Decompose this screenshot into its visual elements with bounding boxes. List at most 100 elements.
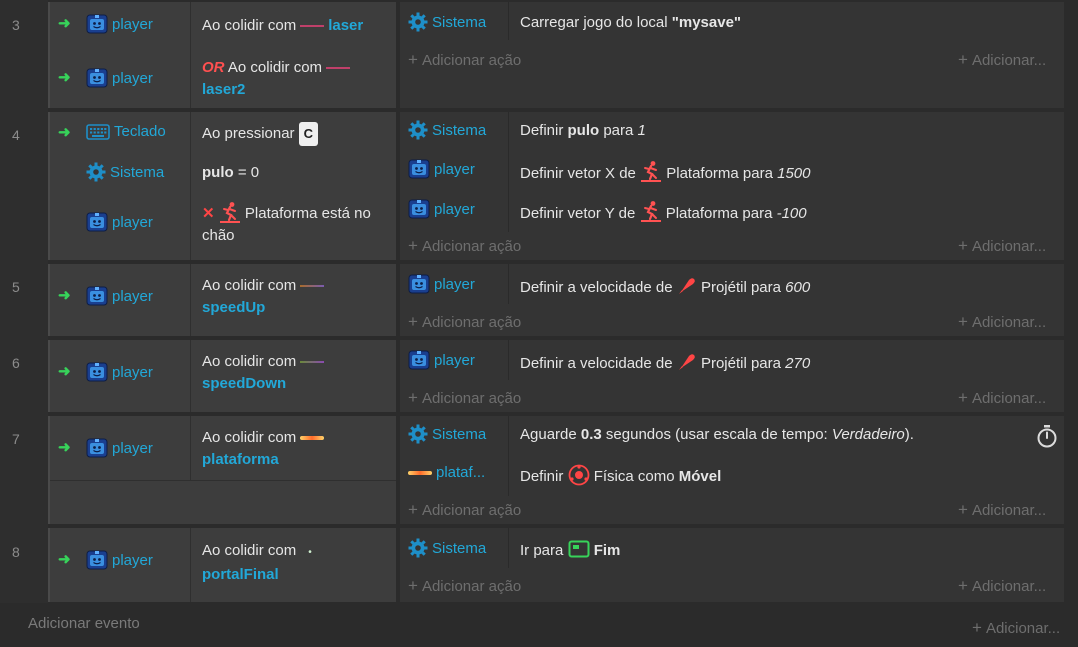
condition-label: Ao colidir com — [202, 353, 297, 370]
divider — [190, 264, 191, 336]
action-label: Definir vetor X de — [520, 165, 636, 182]
condition-text[interactable]: Ao colidir com laser — [202, 15, 388, 37]
action-label: Aguarde — [520, 426, 581, 443]
platform-icon — [300, 436, 325, 441]
add-label: Adicionar ação — [421, 314, 522, 331]
divider — [190, 416, 191, 480]
add-event-button[interactable]: Adicionar evento — [28, 615, 140, 632]
conditions-panel[interactable]: ➜ player Ao colidir com laser ➜ player OR… — [48, 2, 396, 108]
collision-object: speedDown — [202, 375, 287, 392]
condition-text[interactable]: OR Ao colidir com laser2 — [202, 57, 388, 101]
event-5[interactable]: ➜ player Ao colidir com speedUp player De… — [48, 264, 1064, 336]
add-more-button[interactable]: + Adicionar... — [958, 236, 1046, 256]
conditions-panel[interactable]: ➜ Teclado Ao pressionar C Sistema pulo = … — [48, 112, 396, 260]
add-label: Adicionar... — [971, 52, 1047, 69]
add-action-button[interactable]: + Adicionar ação — [408, 312, 521, 332]
object-name: Sistema — [432, 121, 487, 139]
divider — [508, 264, 509, 304]
condition-row[interactable]: ➜ player Ao colidir com laser — [50, 2, 396, 46]
add-label: Adicionar ação — [421, 578, 522, 595]
actions-panel[interactable]: player Definir a velocidade de Projétil … — [400, 340, 1064, 412]
action-text[interactable]: Definir pulo para 1 — [520, 122, 646, 139]
object-player: player — [86, 550, 153, 570]
plus-icon: + — [408, 50, 418, 69]
action-text[interactable]: Definir vetor X de Plataforma para 1500 — [520, 160, 811, 182]
add-more-button[interactable]: + Adicionar... — [958, 50, 1046, 70]
condition-row[interactable]: ➜ Teclado Ao pressionar C — [50, 112, 396, 152]
action-text[interactable]: Definir vetor Y de Plataforma para -100 — [520, 200, 807, 222]
conditions-panel[interactable]: ➜ player Ao colidir com plataforma — [48, 416, 396, 524]
conditions-panel[interactable]: ➜ player Ao colidir com • portalFinal — [48, 528, 396, 602]
plus-icon: + — [958, 236, 968, 255]
add-more-button[interactable]: + Adicionar... — [958, 388, 1046, 408]
event-number: 4 — [12, 127, 20, 143]
actions-panel[interactable]: player Definir a velocidade de Projétil … — [400, 264, 1064, 336]
add-action-button[interactable]: + Adicionar ação — [408, 576, 521, 596]
action-text[interactable]: Carregar jogo do local "mysave" — [520, 14, 741, 31]
behavior-label: Plataforma para — [666, 165, 778, 182]
condition-text[interactable]: Ao colidir com speedDown — [202, 351, 388, 395]
action-value: 600 — [785, 279, 811, 296]
conditions-panel[interactable]: ➜ player Ao colidir com speedDown — [48, 340, 396, 412]
scene-icon — [568, 540, 590, 558]
plus-icon: + — [958, 500, 968, 519]
condition-row[interactable]: player ✕ Plataforma está no chão — [50, 194, 396, 256]
player-icon — [408, 199, 430, 219]
condition-row[interactable]: Sistema pulo = 0 — [50, 152, 396, 192]
condition-text[interactable]: Ao colidir com speedUp — [202, 275, 388, 319]
add-action-button[interactable]: + Adicionar ação — [408, 388, 521, 408]
event-4[interactable]: ➜ Teclado Ao pressionar C Sistema pulo = … — [48, 112, 1064, 260]
or-label: OR — [202, 59, 225, 76]
object-player: player — [86, 212, 153, 232]
action-label: Definir a velocidade de — [520, 279, 673, 296]
platformer-icon — [219, 201, 241, 223]
object-name: player — [434, 200, 475, 218]
object-plataforma: plataf... — [408, 464, 485, 481]
conditions-panel[interactable]: ➜ player Ao colidir com speedUp — [48, 264, 396, 336]
event-6[interactable]: ➜ player Ao colidir com speedDown player … — [48, 340, 1064, 412]
add-more-button[interactable]: + Adicionar... — [958, 312, 1046, 332]
add-label: Adicionar ação — [421, 502, 522, 519]
bullet-icon — [677, 276, 697, 296]
add-action-button[interactable]: + Adicionar ação — [408, 236, 521, 256]
actions-panel[interactable]: Sistema Aguarde 0.3 segundos (usar escal… — [400, 416, 1064, 524]
condition-text[interactable]: Ao colidir com plataforma — [202, 427, 388, 471]
arrow-right-icon: ➜ — [58, 69, 71, 86]
object-player: player — [86, 286, 153, 306]
gear-icon — [408, 424, 428, 444]
event-3[interactable]: ➜ player Ao colidir com laser ➜ player OR… — [48, 2, 1064, 108]
condition-text[interactable]: pulo = 0 — [202, 162, 388, 184]
variable-name: pulo — [202, 164, 234, 181]
add-action-button[interactable]: + Adicionar ação — [408, 500, 521, 520]
add-more-button[interactable]: + Adicionar... — [958, 500, 1046, 520]
event-8[interactable]: ➜ player Ao colidir com • portalFinal Sist… — [48, 528, 1064, 602]
add-action-button[interactable]: + Adicionar ação — [408, 50, 521, 70]
add-more-button[interactable]: + Adicionar... — [972, 618, 1060, 638]
condition-text[interactable]: ✕ Plataforma está no chão — [202, 201, 388, 247]
plus-icon: + — [408, 576, 418, 595]
action-text[interactable]: Definir a velocidade de Projétil para 60… — [520, 276, 810, 296]
collision-object: laser2 — [202, 81, 246, 98]
action-text[interactable]: Aguarde 0.3 segundos (usar escala de tem… — [520, 426, 914, 443]
action-label: para — [599, 122, 638, 139]
event-7[interactable]: ➜ player Ao colidir com plataforma Sistem… — [48, 416, 1064, 524]
actions-panel[interactable]: Sistema Carregar jogo do local "mysave" … — [400, 2, 1064, 108]
event-number: 8 — [12, 544, 20, 560]
object-sistema: Sistema — [408, 120, 486, 140]
object-name: player — [434, 351, 475, 369]
event-number: 3 — [12, 17, 20, 33]
add-label: Adicionar... — [971, 390, 1047, 407]
condition-text[interactable]: Ao colidir com • portalFinal — [202, 540, 388, 586]
add-label: Adicionar ação — [421, 390, 522, 407]
action-text[interactable]: Definir Física como Móvel — [520, 464, 721, 486]
physics-icon — [568, 464, 590, 486]
condition-row[interactable]: ➜ player OR Ao colidir com laser2 — [50, 52, 396, 106]
action-text[interactable]: Ir para Fim — [520, 540, 620, 559]
collision-object: laser — [328, 17, 364, 34]
action-text[interactable]: Definir a velocidade de Projétil para 27… — [520, 352, 810, 372]
actions-panel[interactable]: Sistema Definir pulo para 1 player Defin… — [400, 112, 1064, 260]
condition-text[interactable]: Ao pressionar C — [202, 122, 388, 146]
object-player: player — [408, 159, 475, 179]
actions-panel[interactable]: Sistema Ir para Fim + Adicionar ação + Adi… — [400, 528, 1064, 602]
add-more-button[interactable]: + Adicionar... — [958, 576, 1046, 596]
